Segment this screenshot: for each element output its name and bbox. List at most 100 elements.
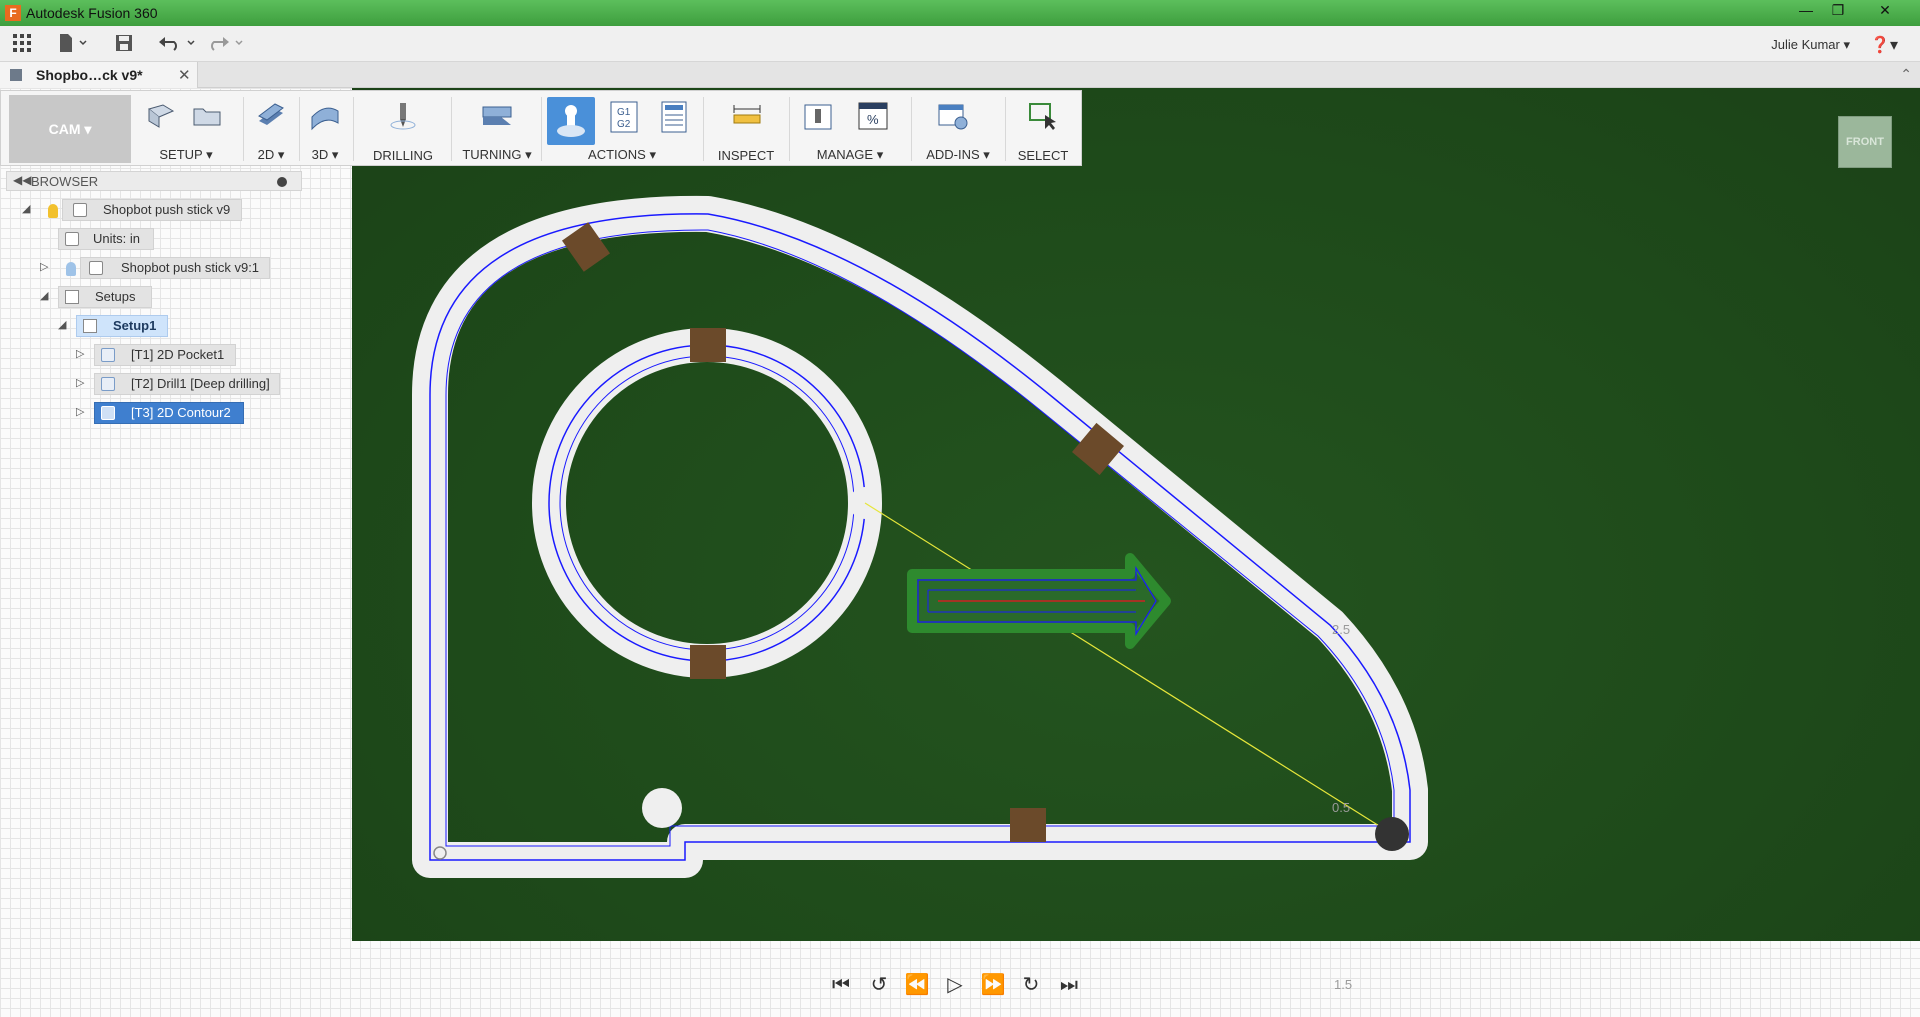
browser-item-label: Units: in bbox=[93, 231, 140, 246]
circle-contour-band bbox=[532, 328, 882, 678]
last-icon[interactable]: ⏭ bbox=[1054, 970, 1084, 1000]
drilling-group[interactable]: DRILLING bbox=[359, 91, 447, 167]
browser-item-label: [T1] 2D Pocket1 bbox=[131, 347, 225, 362]
next-op-icon[interactable]: ↻ bbox=[1016, 970, 1046, 1000]
2d-milling-icon[interactable] bbox=[255, 101, 287, 131]
percent-text: % bbox=[867, 112, 879, 127]
step-back-icon[interactable]: ⏪ bbox=[902, 970, 932, 1000]
g1-text: G1 bbox=[617, 107, 631, 118]
drill-op-icon bbox=[101, 377, 115, 391]
ribbon-separator bbox=[451, 97, 452, 161]
turning-icon[interactable] bbox=[481, 101, 513, 131]
setup-sheet-icon[interactable] bbox=[659, 101, 691, 133]
tool-position bbox=[1375, 817, 1409, 851]
browser-panel: ◀◀ BROWSER ◢ Shopbot push stick v9 Units… bbox=[0, 168, 302, 428]
document-icon bbox=[73, 203, 87, 217]
corner-relief bbox=[642, 788, 682, 828]
operation-item[interactable]: [T2] Drill1 [Deep drilling] bbox=[94, 373, 280, 395]
expand-triangle-icon[interactable]: ▷ bbox=[76, 347, 84, 360]
3d-label: 3D ▾ bbox=[311, 147, 339, 162]
select-group[interactable]: SELECT bbox=[1009, 91, 1077, 167]
collapse-triangle-icon[interactable]: ◢ bbox=[22, 202, 30, 215]
browser-pin-icon[interactable] bbox=[277, 177, 287, 187]
setup1-item[interactable]: Setup1 bbox=[76, 315, 168, 337]
2d-group[interactable]: 2D ▾ bbox=[249, 91, 293, 167]
collapse-triangle-icon[interactable]: ◢ bbox=[40, 289, 48, 302]
drill-icon[interactable] bbox=[387, 101, 419, 131]
rapid-move-line bbox=[864, 502, 1393, 835]
select-label: SELECT bbox=[1017, 148, 1069, 163]
select-icon[interactable] bbox=[1027, 101, 1059, 131]
visibility-bulb-icon[interactable] bbox=[66, 262, 76, 276]
setups-item[interactable]: Setups bbox=[58, 286, 152, 308]
ribbon-separator bbox=[353, 97, 354, 161]
operation-item-selected[interactable]: [T3] 2D Contour2 bbox=[94, 402, 244, 424]
browser-header[interactable]: ◀◀ BROWSER bbox=[6, 171, 302, 191]
new-setup-icon[interactable] bbox=[145, 101, 177, 131]
expand-triangle-icon[interactable]: ▷ bbox=[40, 260, 48, 273]
setup-text: SETUP bbox=[159, 147, 203, 162]
component-icon bbox=[89, 261, 103, 275]
turning-text: TURNING bbox=[462, 147, 522, 162]
visibility-bulb-icon[interactable] bbox=[48, 204, 58, 218]
folder-icon bbox=[65, 290, 79, 304]
browser-item-label: [T2] Drill1 [Deep drilling] bbox=[131, 376, 270, 391]
first-icon[interactable]: ⏮ bbox=[826, 970, 856, 1000]
expand-triangle-icon[interactable]: ▷ bbox=[76, 405, 84, 418]
viewcube[interactable]: FRONT bbox=[1838, 116, 1892, 168]
scripts-addins-icon[interactable] bbox=[937, 101, 969, 131]
tool-library-icon[interactable] bbox=[803, 101, 835, 131]
ribbon-separator bbox=[1005, 97, 1006, 161]
simulation-playback: ⏮ ↺ ⏪ ▷ ⏩ ↻ ⏭ bbox=[826, 970, 1092, 1000]
addins-label: ADD-INS ▾ bbox=[926, 147, 990, 162]
measure-icon[interactable] bbox=[731, 101, 763, 131]
actions-group[interactable]: G1 G2 ACTIONS ▾ bbox=[547, 91, 697, 167]
post-library-icon[interactable]: % bbox=[857, 101, 889, 131]
3d-milling-icon[interactable] bbox=[309, 101, 341, 131]
ribbon-separator bbox=[911, 97, 912, 161]
browser-root-item[interactable]: Shopbot push stick v9 bbox=[62, 199, 242, 221]
axis-label: 2.5 bbox=[1332, 622, 1351, 637]
browser-item-label: [T3] 2D Contour2 bbox=[131, 405, 231, 420]
step-forward-icon[interactable]: ⏩ bbox=[978, 970, 1008, 1000]
folder-setup-icon[interactable] bbox=[191, 101, 223, 131]
setup-group[interactable]: SETUP ▾ bbox=[141, 91, 231, 167]
units-item[interactable]: Units: in bbox=[58, 228, 154, 250]
ribbon-separator bbox=[541, 97, 542, 161]
model-item[interactable]: Shopbot push stick v9:1 bbox=[80, 257, 270, 279]
ribbon-separator bbox=[789, 97, 790, 161]
contour-op-icon bbox=[101, 406, 115, 420]
manage-text: MANAGE bbox=[816, 147, 874, 162]
operation-item[interactable]: [T1] 2D Pocket1 bbox=[94, 344, 236, 366]
browser-item-label: Setups bbox=[95, 289, 136, 304]
2d-label: 2D ▾ bbox=[257, 147, 285, 162]
browser-item-label: Shopbot push stick v9:1 bbox=[121, 260, 260, 275]
play-icon[interactable]: ▷ bbox=[940, 970, 970, 1000]
manage-group[interactable]: % MANAGE ▾ bbox=[795, 91, 905, 167]
post-process-icon[interactable]: G1 G2 bbox=[609, 101, 641, 133]
workspace-label: CAM bbox=[48, 121, 81, 137]
turning-group[interactable]: TURNING ▾ bbox=[457, 91, 537, 167]
workspace-switcher[interactable]: CAM ▾ bbox=[9, 95, 131, 163]
collapse-browser-icon[interactable]: ◀◀ bbox=[13, 173, 31, 187]
ribbon-separator bbox=[703, 97, 704, 161]
toolbar-ribbon: CAM ▾ SETUP ▾ 2D ▾ 3D ▾ DRILLING TURNING… bbox=[0, 90, 1082, 166]
drilling-label: DRILLING bbox=[373, 148, 433, 163]
simulate-icon[interactable] bbox=[547, 97, 595, 145]
setup-folder-icon bbox=[83, 319, 97, 333]
holding-tabs bbox=[561, 222, 1125, 842]
axis-label: 1.5 bbox=[1334, 977, 1353, 992]
addins-text: ADD-INS bbox=[926, 147, 980, 162]
browser-item-label: Setup1 bbox=[113, 318, 157, 333]
actions-text: ACTIONS bbox=[588, 147, 646, 162]
prev-op-icon[interactable]: ↺ bbox=[864, 970, 894, 1000]
inspect-group[interactable]: INSPECT bbox=[709, 91, 783, 167]
3d-group[interactable]: 3D ▾ bbox=[303, 91, 347, 167]
2d-text: 2D bbox=[257, 147, 275, 162]
manage-label: MANAGE ▾ bbox=[816, 147, 884, 162]
3d-text: 3D bbox=[311, 147, 329, 162]
ribbon-separator bbox=[243, 97, 244, 161]
expand-triangle-icon[interactable]: ▷ bbox=[76, 376, 84, 389]
collapse-triangle-icon[interactable]: ◢ bbox=[58, 318, 66, 331]
addins-group[interactable]: ADD-INS ▾ bbox=[915, 91, 1001, 167]
